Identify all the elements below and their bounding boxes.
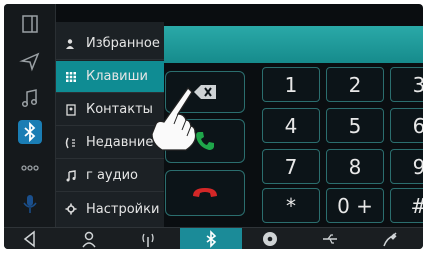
music-icon[interactable] [18,86,42,110]
menu-item-label: Клавиши [86,69,148,84]
phone-menu: Избранное Клавиши Контакты Недавние г ау… [56,22,164,230]
menu-item-favorites[interactable]: Избранное [56,28,164,60]
menu-item-recent[interactable]: Недавние [56,127,164,159]
menu-item-contacts[interactable]: Контакты [56,94,164,126]
bt-audio-icon [56,169,86,182]
usb-icon [323,234,337,244]
bb-radio[interactable] [122,228,174,249]
aux-icon [383,232,397,247]
bb-contacts[interactable] [66,228,114,249]
contacts-icon [56,103,86,116]
menu-item-keypad[interactable]: Клавиши [56,61,164,93]
settings-icon [56,203,86,215]
hangup-button[interactable] [165,170,245,216]
microphone-icon[interactable] [18,192,42,216]
backspace-button[interactable] [165,71,245,113]
bb-aux[interactable] [364,228,416,249]
contacts-icon [82,231,96,248]
menu-item-label: г аудио [86,168,139,183]
bb-bluetooth[interactable] [180,228,242,249]
key-1[interactable]: 1 [262,67,320,102]
keypad-area: 1 2 3 4 5 6 7 8 9 * 0 + # [164,63,423,227]
key-8[interactable]: 8 [326,149,384,184]
call-button[interactable] [165,119,245,163]
window-icon[interactable] [18,12,42,36]
key-3[interactable]: 3 [390,67,423,102]
menu-item-settings[interactable]: Настройки [56,193,164,225]
key-2[interactable]: 2 [326,67,384,102]
key-4[interactable]: 4 [262,108,320,143]
bb-disc[interactable] [244,228,296,249]
keypad-icon [56,71,86,83]
key-6[interactable]: 6 [390,108,423,143]
infotainment-screen: Избранное Клавиши Контакты Недавние г ау… [4,4,423,249]
disc-icon [263,232,277,246]
key-hash[interactable]: # [390,188,423,223]
call-icon [196,132,214,150]
key-star[interactable]: * [262,188,320,223]
menu-item-label: Настройки [86,201,160,217]
left-rail [4,4,56,227]
number-display [164,26,423,63]
menu-item-label: Контакты [86,102,153,117]
menu-item-bt-audio[interactable]: г аудио [56,160,164,192]
hangup-icon [193,188,217,197]
bluetooth-icon [206,230,217,248]
radio-icon [142,233,154,247]
key-5[interactable]: 5 [326,108,384,143]
menu-item-label: Избранное [86,36,160,51]
bluetooth-icon[interactable] [18,120,42,144]
menu-item-label: Недавние [86,135,154,150]
more-icon[interactable] [18,156,42,180]
back-icon[interactable] [18,227,42,249]
bottom-bar [4,227,423,249]
key-0[interactable]: 0 + [326,188,384,223]
favorites-icon [56,38,86,50]
recent-calls-icon [56,137,86,149]
navigation-icon[interactable] [18,49,42,73]
backspace-icon [194,85,216,99]
bb-usb[interactable] [304,228,356,249]
key-9[interactable]: 9 [390,149,423,184]
key-7[interactable]: 7 [262,149,320,184]
